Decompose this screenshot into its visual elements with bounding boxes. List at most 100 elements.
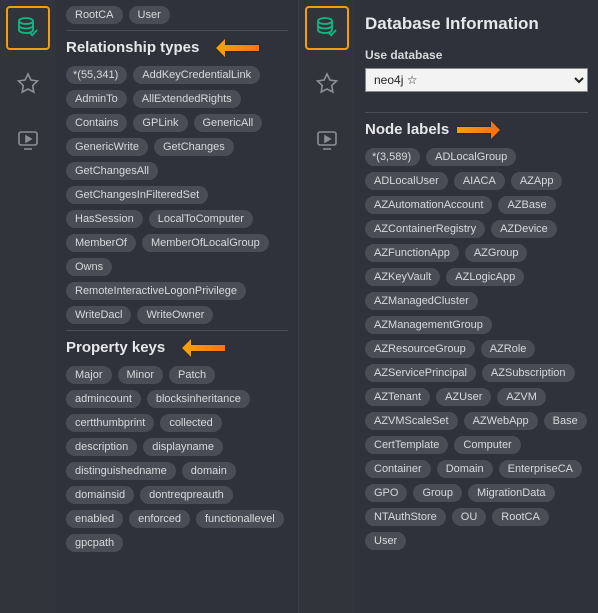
tag-pill[interactable]: HasSession <box>66 210 143 228</box>
tag-pill[interactable]: AdminTo <box>66 90 127 108</box>
tag-pill[interactable]: dontreqpreauth <box>140 486 233 504</box>
top-tags: RootCA User <box>66 6 288 24</box>
tag-pill[interactable]: GetChangesAll <box>66 162 158 180</box>
tag-pill[interactable]: GPLink <box>133 114 187 132</box>
tag-pill[interactable]: AZFunctionApp <box>365 244 459 262</box>
tag-pill[interactable]: Major <box>66 366 112 384</box>
star-icon <box>315 72 339 96</box>
tag-pill[interactable]: *(55,341) <box>66 66 127 84</box>
tag-pill[interactable]: AllExtendedRights <box>133 90 241 108</box>
tag-pill[interactable]: AZSubscription <box>482 364 575 382</box>
left-iconbar <box>0 0 56 613</box>
db-info-title: Database Information <box>365 14 588 34</box>
use-db-select[interactable]: neo4j ☆ <box>365 68 588 92</box>
tag-pill[interactable]: Domain <box>437 460 493 478</box>
arrow-annotation-icon <box>173 342 225 354</box>
tag-pill[interactable]: CertTemplate <box>365 436 448 454</box>
tag-pill[interactable]: AZTenant <box>365 388 430 406</box>
tag-pill[interactable]: AZKeyVault <box>365 268 440 286</box>
tag-pill[interactable]: ADLocalUser <box>365 172 448 190</box>
tag-pill[interactable]: WriteDacl <box>66 306 131 324</box>
tag-pill[interactable]: AZGroup <box>465 244 528 262</box>
tag-pill[interactable]: distinguishedname <box>66 462 176 480</box>
tag-pill[interactable]: admincount <box>66 390 141 408</box>
tag-pill[interactable]: MemberOfLocalGroup <box>142 234 269 252</box>
tag-pill[interactable]: WriteOwner <box>137 306 213 324</box>
tag-pill[interactable]: domain <box>182 462 236 480</box>
tag-pill[interactable]: User <box>365 532 406 550</box>
tag-pill[interactable]: AZVMScaleSet <box>365 412 458 430</box>
tag-pill[interactable]: domainsid <box>66 486 134 504</box>
tag-pill[interactable]: collected <box>160 414 221 432</box>
tag-pill[interactable]: AZRole <box>481 340 536 358</box>
tag-pill[interactable]: AZServicePrincipal <box>365 364 476 382</box>
tag-pill[interactable]: GenericWrite <box>66 138 148 156</box>
tag-pill[interactable]: GenericAll <box>194 114 263 132</box>
tag-pill[interactable]: AddKeyCredentialLink <box>133 66 260 84</box>
tag-pill[interactable]: Minor <box>118 366 164 384</box>
tag-pill[interactable]: EnterpriseCA <box>499 460 582 478</box>
tag-pill[interactable]: Patch <box>169 366 215 384</box>
tag-pill[interactable]: gpcpath <box>66 534 123 552</box>
tag-pill[interactable]: displayname <box>143 438 223 456</box>
tag-pill[interactable]: Owns <box>66 258 112 276</box>
tag-pill[interactable]: Base <box>544 412 587 430</box>
tag-pill[interactable]: LocalToComputer <box>149 210 253 228</box>
db-icon-active[interactable] <box>6 6 50 50</box>
property-keys-heading: Property keys <box>66 339 288 356</box>
tag-pill[interactable]: GetChangesInFilteredSet <box>66 186 208 204</box>
relationship-tags: *(55,341) AddKeyCredentialLink AdminTo AllE… <box>66 66 288 324</box>
tag-pill[interactable]: OU <box>452 508 487 526</box>
tag-pill[interactable]: MigrationData <box>468 484 554 502</box>
tag-pill[interactable]: AZVM <box>497 388 546 406</box>
relationship-types-label: Relationship types <box>66 39 199 56</box>
monitor-play-icon <box>315 128 339 152</box>
tag-pill[interactable]: NTAuthStore <box>365 508 446 526</box>
star-icon <box>16 72 40 96</box>
tag-pill[interactable]: AZApp <box>511 172 563 190</box>
tag-pill[interactable]: RemoteInteractiveLogonPrivilege <box>66 282 246 300</box>
right-content: Database Information Use database neo4j … <box>355 0 598 613</box>
tag-pill[interactable]: RootCA <box>66 6 123 24</box>
tag-pill[interactable]: Container <box>365 460 431 478</box>
relationship-types-heading: Relationship types <box>66 39 288 56</box>
tag-pill[interactable]: Contains <box>66 114 127 132</box>
tag-pill[interactable]: Computer <box>454 436 520 454</box>
tag-pill[interactable]: AZDevice <box>491 220 557 238</box>
tag-pill[interactable]: blocksinheritance <box>147 390 250 408</box>
tag-pill[interactable]: AZManagedCluster <box>365 292 478 310</box>
tag-pill[interactable]: AIACA <box>454 172 505 190</box>
tag-pill[interactable]: functionallevel <box>196 510 284 528</box>
tag-pill[interactable]: ADLocalGroup <box>426 148 516 166</box>
tag-pill[interactable]: User <box>129 6 170 24</box>
node-tags: *(3,589) ADLocalGroup ADLocalUser AIACA AZAp… <box>365 148 588 550</box>
tag-pill[interactable]: *(3,589) <box>365 148 420 166</box>
tag-pill[interactable]: AZAutomationAccount <box>365 196 492 214</box>
database-check-icon <box>16 16 40 40</box>
property-tags: Major Minor Patch admincount blocksinheritan… <box>66 366 288 552</box>
star-icon-btn[interactable] <box>6 62 50 106</box>
tag-pill[interactable]: AZContainerRegistry <box>365 220 485 238</box>
tag-pill[interactable]: enforced <box>129 510 190 528</box>
arrow-annotation-icon <box>457 124 509 136</box>
tag-pill[interactable]: GetChanges <box>154 138 234 156</box>
play-icon-btn[interactable] <box>305 118 349 162</box>
tag-pill[interactable]: Group <box>413 484 462 502</box>
use-db-label: Use database <box>365 48 588 62</box>
star-icon-btn[interactable] <box>305 62 349 106</box>
play-icon-btn[interactable] <box>6 118 50 162</box>
tag-pill[interactable]: enabled <box>66 510 123 528</box>
tag-pill[interactable]: AZBase <box>498 196 555 214</box>
tag-pill[interactable]: MemberOf <box>66 234 136 252</box>
tag-pill[interactable]: AZWebApp <box>464 412 538 430</box>
tag-pill[interactable]: AZManagementGroup <box>365 316 492 334</box>
tag-pill[interactable]: GPO <box>365 484 407 502</box>
tag-pill[interactable]: certthumbprint <box>66 414 154 432</box>
tag-pill[interactable]: AZResourceGroup <box>365 340 475 358</box>
tag-pill[interactable]: AZUser <box>436 388 491 406</box>
tag-pill[interactable]: RootCA <box>492 508 549 526</box>
db-icon-active[interactable] <box>305 6 349 50</box>
tag-pill[interactable]: description <box>66 438 137 456</box>
tag-pill[interactable]: AZLogicApp <box>446 268 524 286</box>
property-keys-label: Property keys <box>66 339 165 356</box>
